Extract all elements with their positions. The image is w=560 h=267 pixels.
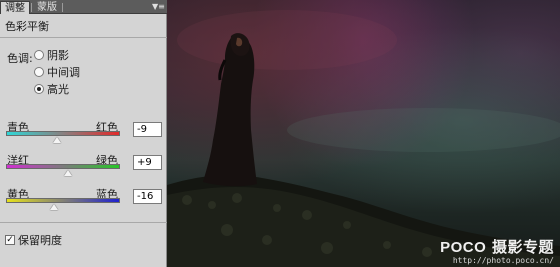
- cyan-red-value-input[interactable]: -9: [133, 122, 162, 137]
- slider-thumb[interactable]: [49, 204, 58, 210]
- watermark-main: POCO 摄影专题: [440, 239, 554, 256]
- photo-scene: [167, 10, 560, 267]
- section-divider: [0, 37, 167, 38]
- magenta-green-slider[interactable]: [6, 164, 120, 169]
- cyan-red-slider[interactable]: [6, 131, 120, 136]
- panel-tab-bar: 调整 蒙版 ▼≡: [0, 0, 167, 14]
- tab-masks[interactable]: 蒙版: [33, 1, 61, 14]
- watermark-url: http://photo.poco.cn/: [452, 256, 554, 265]
- cloud-streak: [177, 10, 397, 70]
- radio-button[interactable]: [34, 50, 44, 60]
- radio-midtones[interactable]: 中间调: [34, 65, 80, 79]
- panel-title: 色彩平衡: [5, 20, 49, 33]
- radio-button[interactable]: [34, 67, 44, 77]
- watermark-brand: POCO: [440, 239, 487, 256]
- radio-label: 中间调: [47, 66, 80, 79]
- slider-thumb[interactable]: [64, 170, 73, 176]
- radio-highlights[interactable]: 高光: [34, 82, 69, 96]
- photo-canvas: POCO 摄影专题 http://photo.poco.cn/: [167, 0, 560, 267]
- radio-label: 阴影: [47, 49, 69, 62]
- tab-adjustments[interactable]: 调整: [0, 1, 30, 14]
- checkbox-label: 保留明度: [18, 234, 62, 247]
- radio-shadows[interactable]: 阴影: [34, 48, 69, 62]
- watermark: POCO 摄影专题 http://photo.poco.cn/: [440, 239, 554, 265]
- radio-label: 高光: [47, 83, 69, 96]
- yellow-blue-value-input[interactable]: -16: [133, 189, 162, 204]
- section-divider: [0, 222, 167, 223]
- adjustments-panel: 调整 蒙版 ▼≡ 色彩平衡 色调: 阴影 中间调 高光 青色 红色 -9 洋红 …: [0, 0, 167, 267]
- tab-divider: [31, 3, 32, 12]
- magenta-green-value-input[interactable]: +9: [133, 155, 162, 170]
- watermark-title: 摄影专题: [491, 238, 554, 256]
- tone-label: 色调:: [7, 52, 33, 65]
- radio-button-selected[interactable]: [34, 84, 44, 94]
- slider-thumb[interactable]: [53, 137, 62, 143]
- cloud-streak: [287, 108, 560, 152]
- tab-divider: [62, 3, 63, 12]
- panel-menu-icon[interactable]: ▼≡: [152, 1, 165, 13]
- yellow-blue-slider[interactable]: [6, 198, 120, 203]
- preserve-luminosity-checkbox[interactable]: ✓ 保留明度: [5, 233, 62, 247]
- checkmark-icon[interactable]: ✓: [5, 235, 15, 245]
